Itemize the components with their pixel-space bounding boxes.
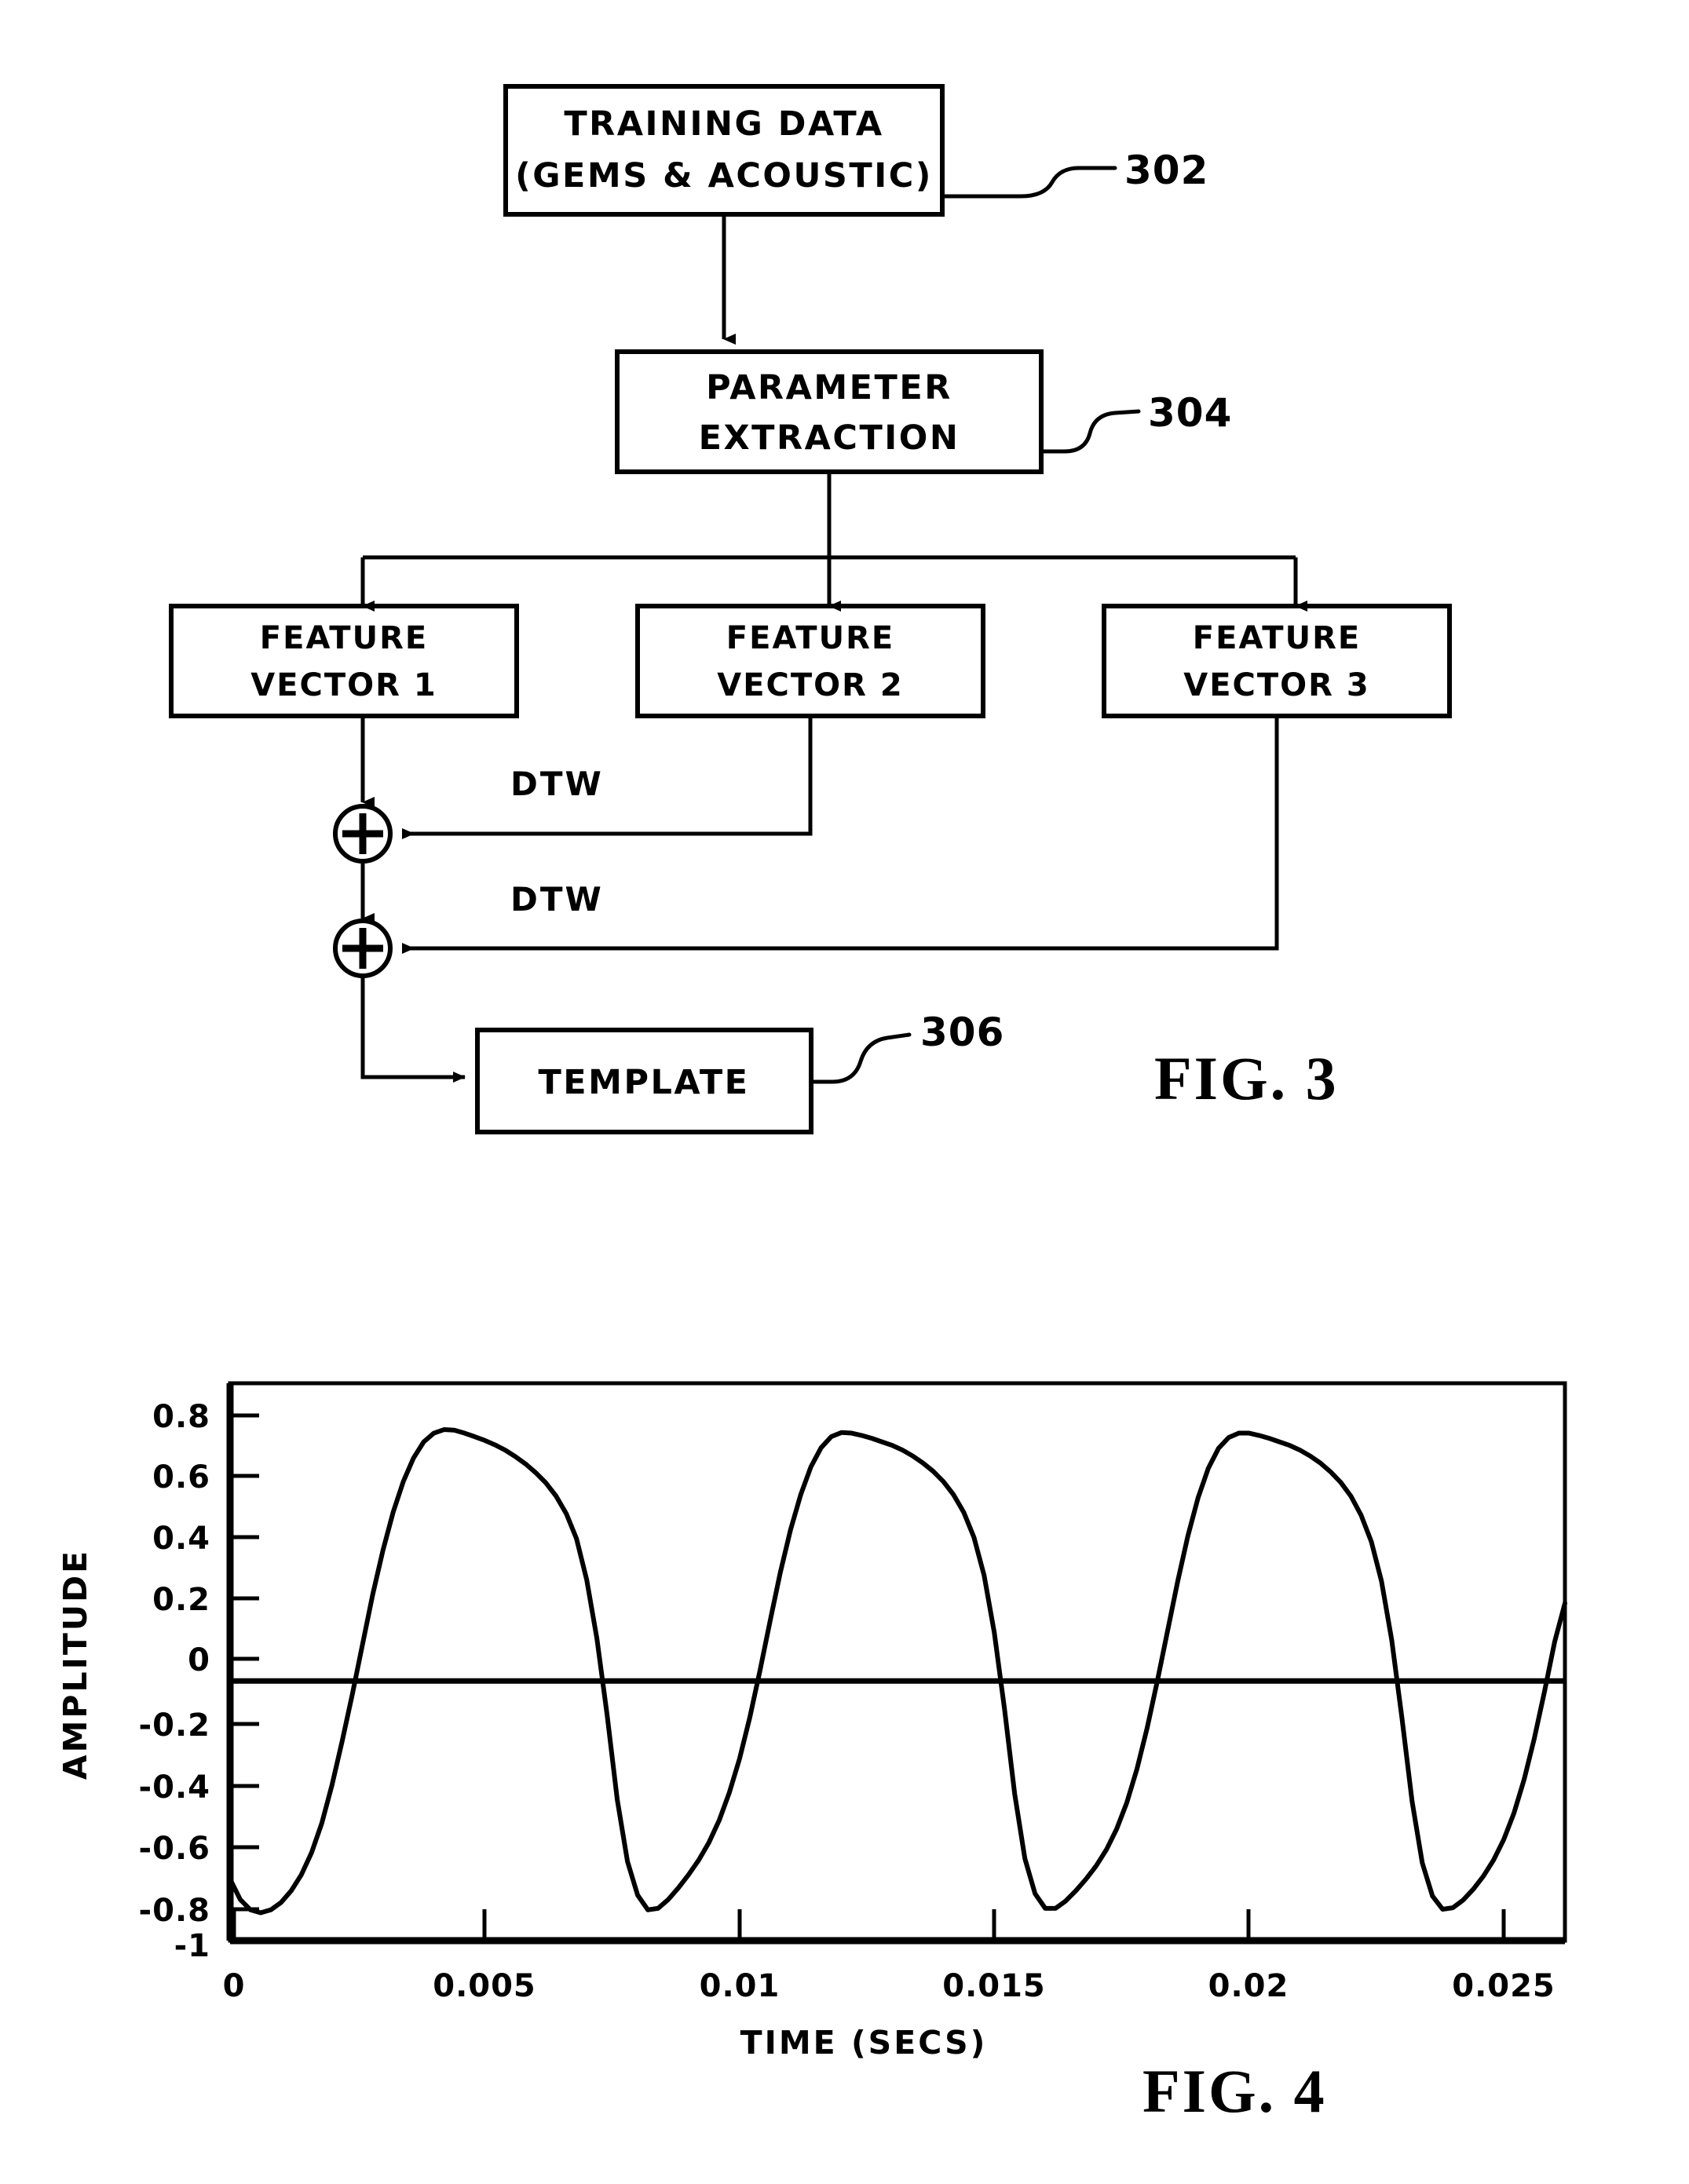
- y-tick-label: 0: [188, 1642, 210, 1678]
- x-tick-label: 0.025: [1452, 1968, 1556, 2004]
- y-axis-ticks: [230, 1413, 259, 1912]
- box-training-data: TRAINING DATA (GEMS & ACOUSTIC): [503, 84, 945, 217]
- y-tick-label: -0.6: [139, 1831, 210, 1867]
- box-parameter-extraction-line2: EXTRACTION: [699, 418, 960, 458]
- box-parameter-extraction-line1: PARAMETER: [706, 368, 952, 407]
- x-axis-ticks: [232, 1909, 1506, 1941]
- y-axis-title: AMPLITUDE: [57, 1549, 94, 1780]
- box-feature-vector-3-line1: FEATURE: [1193, 620, 1361, 656]
- leader-302: [940, 166, 1117, 199]
- box-feature-vector-1: FEATURE VECTOR 1: [169, 604, 519, 718]
- x-tick-label: 0.02: [1208, 1968, 1289, 2004]
- x-tick-label: 0.015: [942, 1968, 1046, 2004]
- edge-label-dtw-1: DTW: [510, 765, 604, 803]
- box-feature-vector-1-line2: VECTOR 1: [250, 667, 437, 703]
- box-template: TEMPLATE: [475, 1028, 813, 1134]
- x-axis-title: TIME (SECS): [740, 2024, 988, 2062]
- edge-fv2-dtw-to-sum1: [402, 716, 813, 839]
- summation-node-2: [333, 919, 393, 978]
- figure-3-caption: FIG. 3: [1154, 1044, 1339, 1112]
- patent-drawing-sheet: TRAINING DATA (GEMS & ACOUSTIC) 302 PARA…: [0, 0, 1689, 2184]
- ref-306: 306: [920, 1010, 1004, 1055]
- ref-302: 302: [1124, 148, 1208, 193]
- box-feature-vector-2-line1: FEATURE: [726, 620, 894, 656]
- summation-node-1: [333, 804, 393, 864]
- leader-306: [809, 1032, 912, 1084]
- plot-frame: [228, 1381, 1567, 1943]
- x-tick-label: 0.01: [700, 1968, 781, 2004]
- x-tick-label: 0: [223, 1968, 246, 2004]
- x-axis-tick-labels: 0 0.005 0.01 0.015 0.02 0.025: [223, 1968, 1556, 2004]
- y-tick-label: 0.2: [152, 1582, 210, 1618]
- y-tick-label: -0.8: [139, 1893, 210, 1929]
- edge-label-dtw-2: DTW: [510, 880, 604, 919]
- box-training-data-line1: TRAINING DATA: [564, 104, 883, 144]
- y-tick-label: 0.6: [152, 1459, 210, 1496]
- figure-3: TRAINING DATA (GEMS & ACOUSTIC) 302 PARA…: [169, 84, 1452, 1134]
- figure-4: 0.8 0.6 0.4 0.2 0 -0.2 -0.4 -0.6 -0.8 -1: [57, 1381, 1567, 2125]
- waveform-series: [228, 1427, 1567, 1916]
- y-axis-tick-labels: 0.8 0.6 0.4 0.2 0 -0.2 -0.4 -0.6 -0.8 -1: [139, 1399, 210, 1964]
- y-tick-label: -1: [174, 1928, 210, 1964]
- box-feature-vector-3-line2: VECTOR 3: [1183, 667, 1369, 703]
- figure-4-caption: FIG. 4: [1142, 2057, 1327, 2125]
- y-tick-label: 0.4: [152, 1521, 210, 1557]
- edge-sum2-to-template: [360, 976, 466, 1083]
- box-feature-vector-1-line1: FEATURE: [260, 620, 428, 656]
- y-tick-label: -0.4: [139, 1769, 210, 1806]
- ref-304: 304: [1148, 390, 1232, 436]
- box-feature-vector-3: FEATURE VECTOR 3: [1102, 604, 1452, 718]
- box-training-data-line2: (GEMS & ACOUSTIC): [515, 156, 933, 195]
- box-template-label: TEMPLATE: [538, 1063, 749, 1102]
- figure-canvas: TRAINING DATA (GEMS & ACOUSTIC) 302 PARA…: [57, 84, 1567, 2125]
- box-parameter-extraction: PARAMETER EXTRACTION: [615, 349, 1044, 474]
- x-tick-label: 0.005: [433, 1968, 536, 2004]
- box-feature-vector-2: FEATURE VECTOR 2: [635, 604, 985, 718]
- leader-304: [1039, 409, 1141, 454]
- box-feature-vector-2-line2: VECTOR 2: [717, 667, 903, 703]
- y-tick-label: -0.2: [139, 1707, 210, 1744]
- y-tick-label: 0.8: [152, 1399, 210, 1435]
